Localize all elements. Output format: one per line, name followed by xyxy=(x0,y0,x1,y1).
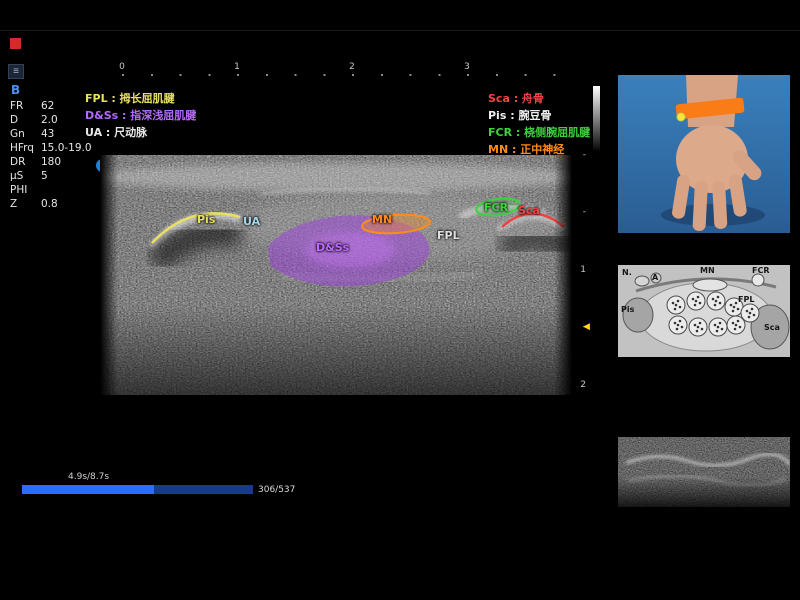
playback-time: 4.9s/8.7s xyxy=(68,472,109,482)
ruler-tick-label: - xyxy=(583,207,586,217)
annotation-sca: Sca xyxy=(518,204,540,217)
thumbnail-reference-photo[interactable] xyxy=(618,75,790,233)
annotation-pis: Pis xyxy=(197,213,215,226)
param-label: D xyxy=(10,113,41,127)
diagram-label-sca: Sca xyxy=(764,323,780,332)
param-row: PHI xyxy=(10,183,92,197)
param-row: Gn43 xyxy=(10,127,92,141)
param-row: DR180 xyxy=(10,155,92,169)
diagram-label-a: A xyxy=(652,273,658,282)
playback-progressbar[interactable] xyxy=(22,485,253,494)
legend-item: Sca : 舟骨 xyxy=(488,90,590,107)
param-value: 5 xyxy=(41,169,48,183)
legend-item: FPL : 拇长屈肌腱 xyxy=(85,90,196,107)
legend-item: D&Ss : 指深浅屈肌腱 xyxy=(85,107,196,124)
param-row: Z0.8 xyxy=(10,197,92,211)
legend-item: Pis : 腕豆骨 xyxy=(488,107,590,124)
ruler-horizontal: 0 1 2 3 xyxy=(117,62,579,77)
legend-item: FCR : 桡侧腕屈肌腱 xyxy=(488,124,590,141)
param-label: HFrq xyxy=(10,141,41,155)
param-value: 62 xyxy=(41,99,54,113)
recording-indicator-icon xyxy=(10,38,21,49)
annotation-ua: UA xyxy=(243,215,260,228)
legend-left: FPL : 拇长屈肌腱 D&Ss : 指深浅屈肌腱 UA : 尺动脉 xyxy=(85,90,196,141)
menu-button[interactable]: ≡ xyxy=(8,64,24,79)
thumbnail-anatomy-diagram[interactable]: N. A MN FCR Pis FPL Sca xyxy=(618,265,790,357)
anatomy-diagram-render xyxy=(618,265,790,357)
param-value: 43 xyxy=(41,127,54,141)
ruler-tick-label: 2 xyxy=(349,62,355,72)
diagram-label-mn: MN xyxy=(700,266,715,275)
ultrasound-render xyxy=(100,155,572,455)
annotation-mn: MN xyxy=(372,213,392,226)
annotation-fcr: FCR xyxy=(484,201,508,214)
param-row: FR62 xyxy=(10,99,92,113)
param-value: 15.0-19.0 xyxy=(41,141,92,155)
diagram-label-pis: Pis xyxy=(621,305,634,314)
focus-marker-icon[interactable]: ◀ xyxy=(583,322,590,332)
hand-photo-render xyxy=(618,75,790,233)
frame-counter: 306/537 xyxy=(258,485,295,495)
ruler-tick-label: 2 xyxy=(580,380,586,390)
ultrasound-image[interactable]: Pis UA D&Ss MN FPL FCR Sca xyxy=(100,155,572,455)
legend-item: UA : 尺动脉 xyxy=(85,124,196,141)
param-label: μS xyxy=(10,169,41,183)
legend-right: Sca : 舟骨 Pis : 腕豆骨 FCR : 桡侧腕屈肌腱 MN : 正中神… xyxy=(488,90,590,158)
top-separator xyxy=(0,30,800,31)
thumbnail-ultrasound-render xyxy=(618,437,790,515)
ultrasound-app: ≡ B FR62 D2.0 Gn43 HFrq15.0-19.0 DR180 μ… xyxy=(0,0,800,600)
param-label: PHI xyxy=(10,183,41,197)
diagram-label-fpl: FPL xyxy=(738,295,754,304)
ruler-tick-label: - xyxy=(583,150,586,160)
grayscale-bar xyxy=(593,86,600,150)
param-label: Gn xyxy=(10,127,41,141)
diagram-label-fcr: FCR xyxy=(752,266,770,275)
ruler-tick-label: 1 xyxy=(234,62,240,72)
ruler-tick-label: 3 xyxy=(464,62,470,72)
param-row: HFrq15.0-19.0 xyxy=(10,141,92,155)
ruler-tick-label: 1 xyxy=(580,265,586,275)
param-label: FR xyxy=(10,99,41,113)
param-value: 2.0 xyxy=(41,113,58,127)
menu-icon: ≡ xyxy=(13,66,19,77)
param-label: DR xyxy=(10,155,41,169)
mode-label: B xyxy=(11,83,20,97)
param-row: μS5 xyxy=(10,169,92,183)
param-value: 0.8 xyxy=(41,197,58,211)
parameter-panel: FR62 D2.0 Gn43 HFrq15.0-19.0 DR180 μS5 P… xyxy=(10,99,92,211)
diagram-label-n: N. xyxy=(622,268,632,277)
thumbnail-ultrasound[interactable] xyxy=(618,437,790,515)
playback-progress-fill xyxy=(22,485,154,494)
ruler-tick-label: 0 xyxy=(119,62,125,72)
param-value: 180 xyxy=(41,155,61,169)
annotation-dss: D&Ss xyxy=(316,241,349,254)
ruler-vertical: - - 1 - 2 xyxy=(572,150,590,395)
annotation-fpl: FPL xyxy=(437,229,460,242)
ruler-horizontal-ticks xyxy=(122,74,570,76)
param-row: D2.0 xyxy=(10,113,92,127)
param-label: Z xyxy=(10,197,41,211)
